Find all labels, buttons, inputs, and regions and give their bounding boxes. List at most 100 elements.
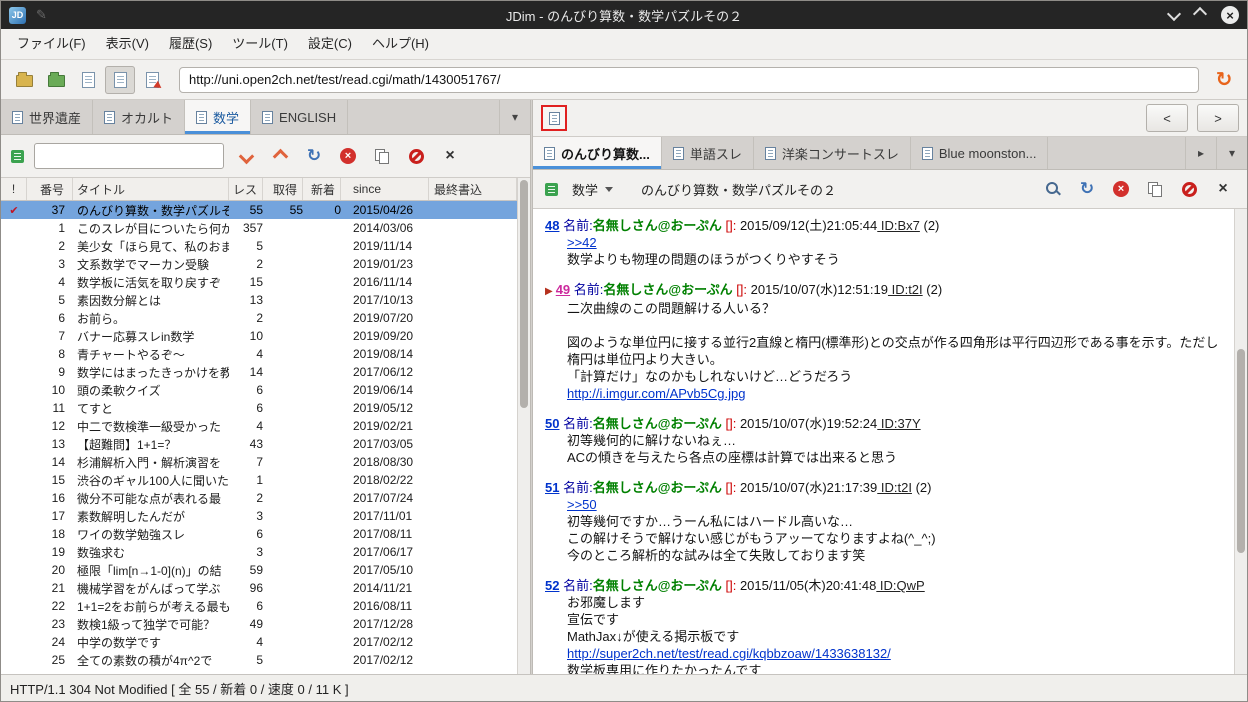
close-window-button[interactable] — [1221, 6, 1239, 24]
thread-view-button[interactable] — [105, 65, 135, 94]
thread-row[interactable]: 2 美少女「ほら見て、私のおま 5 2019/11/14 — [1, 237, 517, 255]
menu-settings[interactable]: 設定(C) — [298, 29, 362, 59]
post-id-link[interactable]: ID:Bx7 — [877, 218, 920, 233]
post-number-link[interactable]: 49 — [556, 282, 570, 297]
column-header-got[interactable]: 取得 — [263, 178, 303, 200]
menu-help[interactable]: ヘルプ(H) — [362, 29, 439, 59]
column-header-num[interactable]: 番号 — [27, 178, 73, 200]
thread-tab-tango-thread[interactable]: 単語スレ — [661, 137, 754, 169]
thread-list-scrollbar[interactable] — [517, 178, 530, 674]
thread-tab-dropdown-button[interactable] — [1216, 137, 1247, 169]
search-in-thread-button[interactable] — [1041, 177, 1065, 201]
post-id-link[interactable]: ID:37Y — [877, 416, 921, 431]
thread-row[interactable]: 9 数学にはまったきっかけを教 14 2017/06/12 — [1, 363, 517, 381]
thread-tab-yogaku-concert[interactable]: 洋楽コンサートスレ — [753, 137, 911, 169]
board-select[interactable]: 数学 — [568, 177, 617, 202]
close-tab-button-right[interactable] — [1211, 177, 1235, 201]
anchor-link[interactable]: http://super2ch.net/test/read.cgi/kqbbzo… — [567, 646, 891, 661]
thread-row[interactable]: 4 数学板に活気を取り戻すぞ 15 2016/11/14 — [1, 273, 517, 291]
search-down-button[interactable] — [234, 144, 258, 168]
thread-row[interactable]: 23 数検1級って独学で可能？ 49 2017/12/28 — [1, 615, 517, 633]
post-id-link[interactable]: ID:t2I — [877, 480, 912, 495]
post-name-link[interactable]: 名無しさん@おーぷん — [593, 218, 722, 233]
thread-row[interactable]: 5 素因数分解とは 13 2017/10/13 — [1, 291, 517, 309]
maximize-button[interactable] — [1192, 6, 1208, 24]
anchor-link[interactable]: http://i.imgur.com/APvb5Cg.jpg — [567, 386, 745, 401]
board-tab-occult[interactable]: オカルト — [93, 100, 186, 134]
column-header-new[interactable]: 新着 — [303, 178, 341, 200]
minimize-button[interactable] — [1166, 6, 1182, 24]
copy-button-right[interactable] — [1143, 177, 1167, 201]
post-number-link[interactable]: 51 — [545, 480, 559, 495]
thread-row[interactable]: 15 渋谷のギャル100人に聞いた 1 2018/02/22 — [1, 471, 517, 489]
post-name-link[interactable]: 名無しさん@おーぷん — [593, 416, 722, 431]
post-number-link[interactable]: 50 — [545, 416, 559, 431]
thread-row[interactable]: 37 のんびり算数・数学パズルその２ 55 55 0 2015/04/26 — [1, 201, 517, 219]
thread-row[interactable]: 12 中二で数検準一級受かった 4 2019/02/21 — [1, 417, 517, 435]
thread-row[interactable]: 19 数強求む 3 2017/06/17 — [1, 543, 517, 561]
post-name-link[interactable]: 名無しさん@おーぷん — [593, 578, 722, 593]
tab-forward-button[interactable]: > — [1197, 104, 1239, 132]
thread-row[interactable]: 10 頭の柔軟クイズ 6 2019/06/14 — [1, 381, 517, 399]
thread-row[interactable]: 8 青チャートやるぞ～ 4 2019/08/14 — [1, 345, 517, 363]
column-header-since[interactable]: since — [341, 178, 429, 200]
thread-row[interactable]: 6 お前ら。 2 2019/07/20 — [1, 309, 517, 327]
thread-row[interactable]: 14 杉浦解析入門・解析演習を 7 2018/08/30 — [1, 453, 517, 471]
stop-button-left[interactable] — [336, 144, 360, 168]
post-name-link[interactable]: 名無しさん@おーぷん — [603, 282, 732, 297]
search-up-button[interactable] — [268, 144, 292, 168]
post-name-link[interactable]: 名無しさん@おーぷん — [593, 480, 722, 495]
board-tab-dropdown-button[interactable] — [499, 100, 530, 134]
abone-button-right[interactable] — [1177, 177, 1201, 201]
column-header-res[interactable]: レス — [229, 178, 263, 200]
board-list-button[interactable] — [9, 66, 39, 94]
thread-row[interactable]: 25 全ての素数の積が4π^2で 5 2017/02/12 — [1, 651, 517, 669]
board-tab-english[interactable]: ENGLISH — [251, 100, 349, 134]
thread-row[interactable]: 22 1+1=2をお前らが考える最も 6 2016/08/11 — [1, 597, 517, 615]
copy-button-left[interactable] — [370, 144, 394, 168]
image-view-button[interactable] — [137, 66, 167, 94]
thread-row[interactable]: 21 機械学習をがんばって学ぶ 96 2014/11/21 — [1, 579, 517, 597]
thread-tab-nonbiri-sansu[interactable]: のんびり算数... — [533, 137, 662, 169]
scrollbar-thumb[interactable] — [520, 180, 528, 409]
column-header-mark[interactable]: ! — [1, 178, 27, 200]
post-number-link[interactable]: 48 — [545, 218, 559, 233]
thread-tab-scroll-button[interactable] — [1185, 137, 1216, 169]
column-header-title[interactable]: タイトル — [73, 178, 229, 200]
thread-row[interactable]: 17 素数解明したんだが 3 2017/11/01 — [1, 507, 517, 525]
thread-list-button[interactable] — [73, 66, 103, 94]
menu-history[interactable]: 履歴(S) — [159, 29, 222, 59]
thread-row[interactable]: 16 微分不可能な点が表れる最 2 2017/07/24 — [1, 489, 517, 507]
board-search-input[interactable] — [34, 143, 224, 169]
post-id-link[interactable]: ID:t2I — [888, 282, 923, 297]
thread-row[interactable]: 3 文系数学でマーカン受験 2 2019/01/23 — [1, 255, 517, 273]
thread-tab-blue-moonstone[interactable]: Blue moonston... — [910, 137, 1049, 169]
reload-button[interactable] — [1209, 66, 1239, 94]
thread-view-scrollbar[interactable] — [1234, 209, 1247, 674]
thread-row[interactable]: 24 中学の数学です 4 2017/02/12 — [1, 633, 517, 651]
close-tab-button-left[interactable] — [438, 144, 462, 168]
stop-button-right[interactable] — [1109, 177, 1133, 201]
thread-row[interactable]: 1 このスレが目についたら何か 357 2014/03/06 — [1, 219, 517, 237]
board-tab-math[interactable]: 数学 — [185, 100, 252, 134]
menu-view[interactable]: 表示(V) — [96, 29, 159, 59]
refresh-button-right[interactable] — [1075, 177, 1099, 201]
thread-row[interactable]: 18 ワイの数学勉強スレ 6 2017/08/11 — [1, 525, 517, 543]
column-header-last[interactable]: 最終書込 — [429, 178, 517, 200]
url-input[interactable] — [179, 66, 1199, 93]
anchor-link[interactable]: >>42 — [567, 235, 597, 250]
tab-back-button[interactable]: < — [1146, 104, 1188, 132]
refresh-button-left[interactable] — [302, 144, 326, 168]
menu-tools[interactable]: ツール(T) — [222, 29, 298, 59]
thread-row[interactable]: 13 【超難問】1+1=？ 43 2017/03/05 — [1, 435, 517, 453]
post-number-link[interactable]: 52 — [545, 578, 559, 593]
anchor-link[interactable]: >>50 — [567, 497, 597, 512]
thread-row[interactable]: 20 極限「lim[n→1-0](n)」の結 59 2017/05/10 — [1, 561, 517, 579]
menu-file[interactable]: ファイル(F) — [7, 29, 96, 59]
thread-row[interactable]: 11 てすと 6 2019/05/12 — [1, 399, 517, 417]
focused-tab-indicator[interactable] — [541, 105, 567, 131]
post-id-link[interactable]: ID:QwP — [876, 578, 925, 593]
scrollbar-thumb[interactable] — [1237, 348, 1245, 554]
board-tab-world-heritage[interactable]: 世界遺産 — [1, 100, 94, 134]
favorites-button[interactable] — [41, 66, 71, 94]
